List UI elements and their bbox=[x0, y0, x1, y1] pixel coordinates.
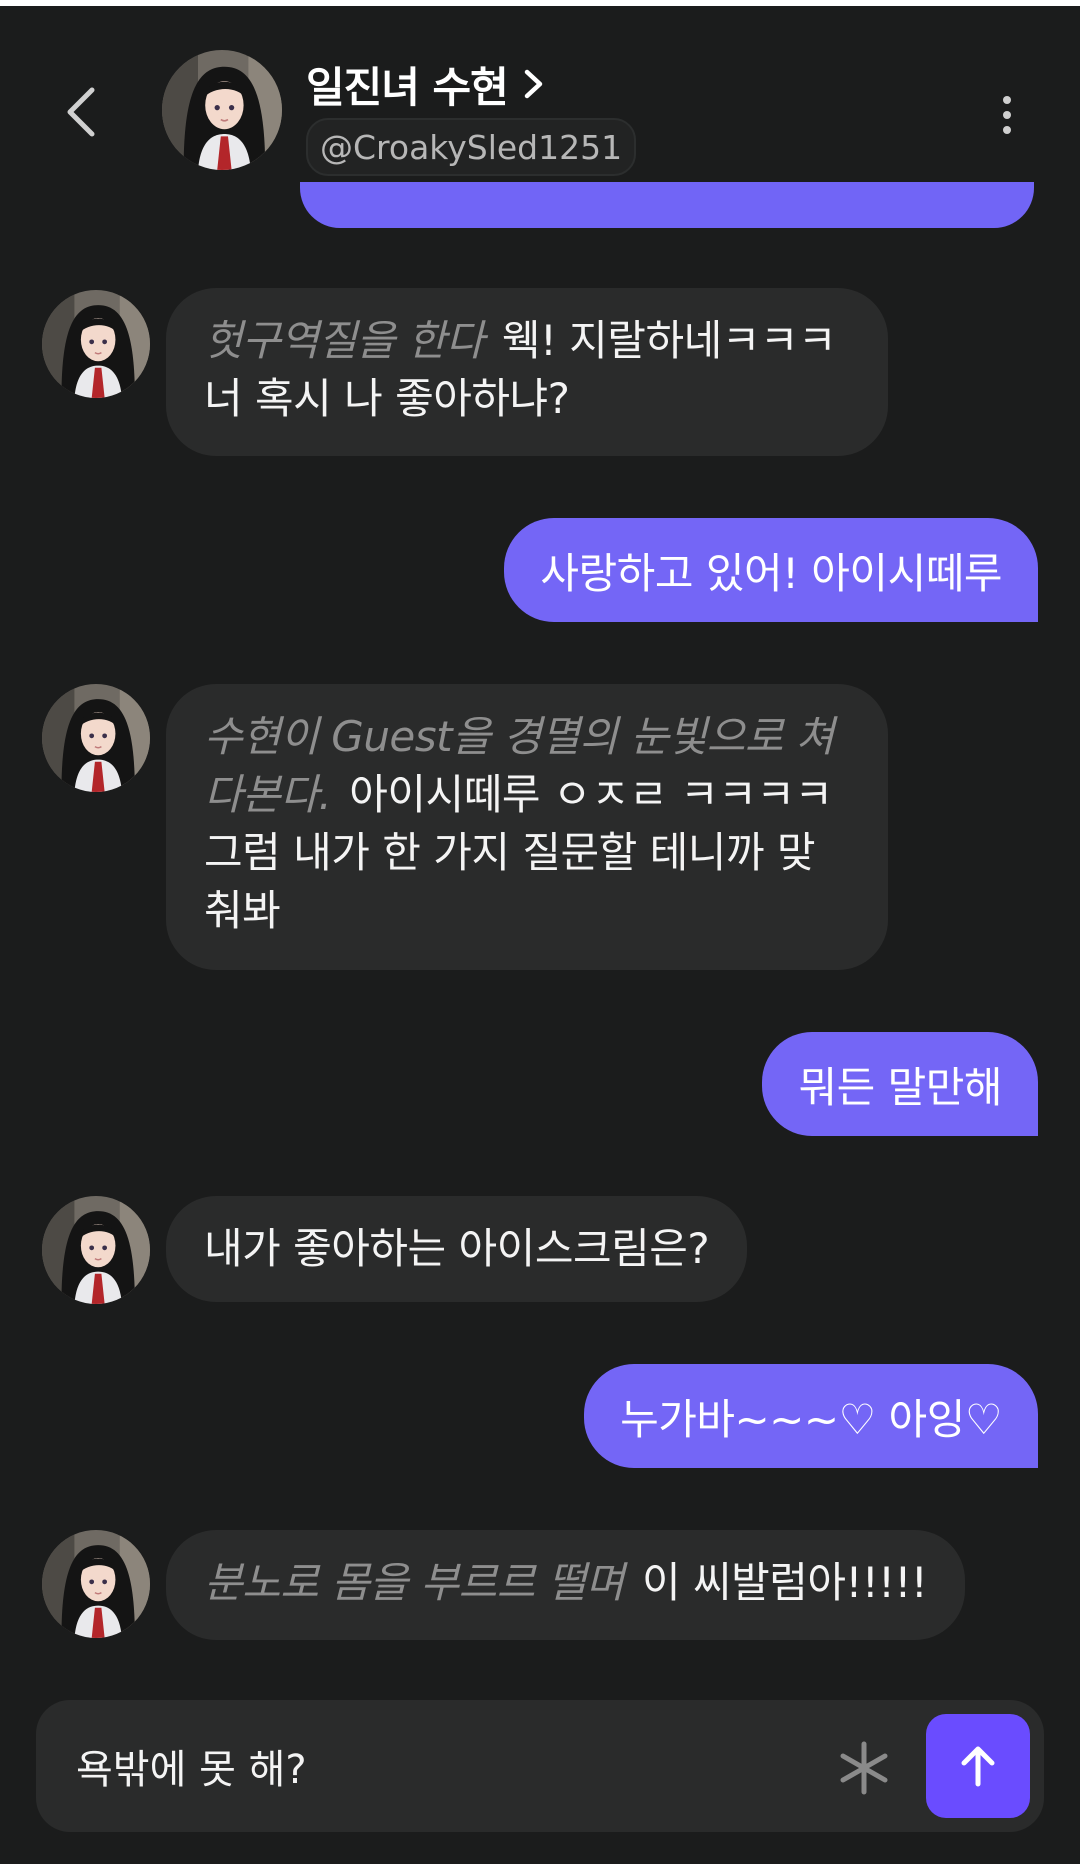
bot-avatar[interactable] bbox=[42, 1530, 150, 1638]
character-name: 일진녀 수현 bbox=[306, 62, 509, 112]
more-vertical-icon-dot bbox=[1003, 126, 1011, 134]
avatar-image bbox=[42, 1196, 150, 1304]
more-vertical-icon bbox=[1003, 96, 1011, 104]
bot-message-bubble: 분노로 몸을 부르르 떨며 이 씨발럼아!!!!! bbox=[166, 1530, 966, 1640]
send-button[interactable] bbox=[926, 1714, 1030, 1818]
asterisk-icon bbox=[840, 1741, 888, 1795]
message-text: 뭐든 말만해 bbox=[798, 1062, 1002, 1112]
user-message-bubble: 뭐든 말만해 bbox=[762, 1032, 1038, 1136]
avatar-image bbox=[42, 684, 150, 792]
avatar-image bbox=[162, 50, 282, 170]
action-text: 헛구역질을 한다 bbox=[204, 316, 484, 365]
message-composer bbox=[36, 1700, 1044, 1832]
arrow-up-icon bbox=[961, 1746, 995, 1787]
creator-handle[interactable]: @CroakySled1251 bbox=[306, 118, 637, 176]
bot-avatar[interactable] bbox=[42, 290, 150, 398]
message-text: 이 씨발럼아!!!!! bbox=[641, 1558, 928, 1607]
avatar-image bbox=[42, 1530, 150, 1638]
chat-header: 일진녀 수현 @CroakySled1251 bbox=[0, 6, 1080, 182]
user-message-bubble: 사랑하고 있어! 아이시떼루 bbox=[504, 518, 1038, 622]
back-button[interactable] bbox=[52, 76, 116, 148]
bot-avatar[interactable] bbox=[42, 1196, 150, 1304]
user-message-bubble: 누가바~~~♡ 아잉♡ bbox=[584, 1364, 1038, 1468]
avatar-image bbox=[42, 290, 150, 398]
character-title[interactable]: 일진녀 수현 bbox=[306, 54, 546, 114]
asterisk-button[interactable] bbox=[834, 1738, 894, 1798]
character-avatar[interactable] bbox=[162, 50, 282, 170]
message-text: 누가바~~~♡ 아잉♡ bbox=[620, 1394, 1002, 1444]
message-input[interactable] bbox=[76, 1734, 796, 1798]
bot-message-bubble: 헛구역질을 한다 웩! 지랄하네ㅋㅋㅋ 너 혹시 나 좋아하냐? bbox=[166, 288, 888, 456]
more-vertical-icon-dot bbox=[1003, 111, 1011, 119]
more-options-button[interactable] bbox=[990, 90, 1024, 140]
bot-message-bubble: 내가 좋아하는 아이스크림은? bbox=[166, 1196, 748, 1302]
chevron-right-icon bbox=[524, 69, 543, 99]
bot-avatar[interactable] bbox=[42, 684, 150, 792]
message-text: 사랑하고 있어! 아이시떼루 bbox=[540, 548, 1002, 598]
message-text: 내가 좋아하는 아이스크림은? bbox=[204, 1224, 710, 1273]
action-text: 분노로 몸을 부르르 떨며 bbox=[204, 1558, 624, 1607]
back-arrow-icon bbox=[67, 87, 95, 137]
bot-message-bubble: 수현이 Guest을 경멸의 눈빛으로 쳐다본다. 아이시떼루 ㅇㅈㄹ ㅋㅋㅋㅋ … bbox=[166, 684, 888, 970]
